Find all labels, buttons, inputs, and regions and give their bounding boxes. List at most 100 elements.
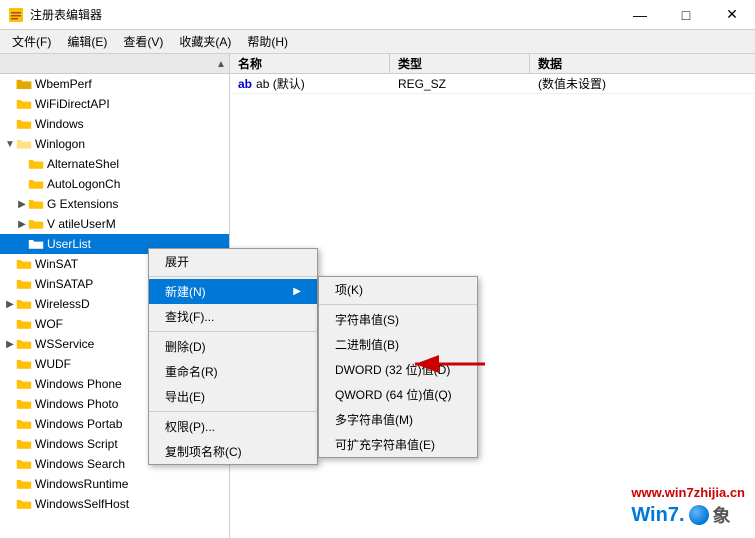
tree-item-volatile[interactable]: ▶ V atileUserM (0, 214, 229, 234)
tree-item-label: G Extensions (47, 197, 118, 211)
menu-bar: 文件(F) 编辑(E) 查看(V) 收藏夹(A) 帮助(H) (0, 30, 755, 54)
tree-item-label: WOF (35, 317, 63, 331)
sub-item-expandstring[interactable]: 可扩充字符串值(E) (319, 432, 477, 457)
folder-icon (16, 357, 32, 371)
tree-item-label: WSService (35, 337, 94, 351)
tree-item-label: Winlogon (35, 137, 85, 151)
ctx-separator-1 (149, 276, 317, 277)
tree-header: ▲ (0, 54, 229, 74)
arrow-indicator (410, 344, 490, 387)
reg-data-cell: (数值未设置) (530, 75, 755, 92)
folder-icon (28, 157, 44, 171)
tree-item-alternateshell[interactable]: ▶ AlternateShel (0, 154, 229, 174)
tree-item-label: Windows Photo (35, 397, 118, 411)
folder-icon (16, 477, 32, 491)
menu-view[interactable]: 查看(V) (115, 31, 171, 52)
win7-logo-circle (689, 505, 709, 525)
watermark-site: www.win7zhijia.cn (631, 485, 745, 500)
close-button[interactable]: ✕ (709, 0, 755, 30)
tree-item-label: UserList (47, 237, 91, 251)
expand-gpe[interactable]: ▶ (16, 198, 28, 210)
tree-item-gpe[interactable]: ▶ G Extensions (0, 194, 229, 214)
col-type: 类型 (390, 54, 530, 73)
tree-item-label: AlternateShel (47, 157, 119, 171)
maximize-button[interactable]: □ (663, 0, 709, 30)
expand-winlogon[interactable]: ▼ (4, 138, 16, 150)
folder-icon (16, 457, 32, 471)
tree-item-windowsruntime[interactable]: ▶ WindowsRuntime (0, 474, 229, 494)
tree-item-wifidirect[interactable]: ▶ WiFiDirectAPI (0, 94, 229, 114)
tree-item-label: WindowsRuntime (35, 477, 128, 491)
folder-icon (16, 257, 32, 271)
watermark: www.win7zhijia.cn Win7. 象 (631, 485, 745, 528)
tree-item-winlogon[interactable]: ▼ Winlogon (0, 134, 229, 154)
col-data: 数据 (530, 54, 755, 73)
window-controls: — □ ✕ (617, 0, 755, 30)
context-menu-container: 展开 新建(N) ▶ 查找(F)... 删除(D) 重命名(R) 导出(E) 权… (148, 248, 318, 465)
ctx-separator-2 (149, 331, 317, 332)
tree-item-label: Windows (35, 117, 84, 131)
tree-item-label: WinSATAP (35, 277, 93, 291)
sub-separator-1 (319, 304, 477, 305)
tree-item-label: WUDF (35, 357, 71, 371)
tree-item-label: AutoLogonCh (47, 177, 120, 191)
folder-icon (16, 97, 32, 111)
menu-favorites[interactable]: 收藏夹(A) (171, 31, 239, 52)
tree-item-label: Windows Phone (35, 377, 122, 391)
ctx-new[interactable]: 新建(N) ▶ (149, 279, 317, 304)
sub-item-key[interactable]: 项(K) (319, 277, 477, 302)
title-bar: 注册表编辑器 — □ ✕ (0, 0, 755, 30)
tree-item-windowsselfhost[interactable]: ▶ WindowsSelfHost (0, 494, 229, 514)
registry-row-default[interactable]: ab ab (默认) REG_SZ (数值未设置) (230, 74, 755, 94)
tree-item-wbemperf[interactable]: ▶ WbemPerf (0, 74, 229, 94)
menu-help[interactable]: 帮助(H) (239, 31, 296, 52)
folder-icon (28, 197, 44, 211)
tree-item-windows[interactable]: ▶ Windows (0, 114, 229, 134)
folder-icon (16, 497, 32, 511)
folder-icon (16, 417, 32, 431)
app-icon (8, 7, 24, 23)
ctx-delete[interactable]: 删除(D) (149, 334, 317, 359)
tree-item-label: WbemPerf (35, 77, 92, 91)
minimize-button[interactable]: — (617, 0, 663, 30)
ctx-permissions[interactable]: 权限(P)... (149, 414, 317, 439)
win7-text: Win7. (631, 504, 684, 527)
ctx-export[interactable]: 导出(E) (149, 384, 317, 409)
sub-item-string[interactable]: 字符串值(S) (319, 307, 477, 332)
folder-icon (28, 177, 44, 191)
menu-edit[interactable]: 编辑(E) (59, 31, 115, 52)
ctx-rename[interactable]: 重命名(R) (149, 359, 317, 384)
tree-item-label: V atileUserM (47, 217, 116, 231)
sub-item-multistring[interactable]: 多字符串值(M) (319, 407, 477, 432)
expand-volatile[interactable]: ▶ (16, 218, 28, 230)
ctx-expand[interactable]: 展开 (149, 249, 317, 274)
win7-xiang: 象 (713, 502, 731, 528)
folder-icon (16, 377, 32, 391)
folder-icon (16, 137, 32, 151)
folder-icon (16, 437, 32, 451)
menu-file[interactable]: 文件(F) (4, 31, 59, 52)
folder-icon (16, 297, 32, 311)
reg-type-cell: REG_SZ (390, 77, 530, 91)
tree-item-label: WiFiDirectAPI (35, 97, 110, 111)
tree-scroll-up[interactable]: ▲ (213, 54, 229, 74)
folder-icon (28, 237, 44, 251)
folder-icon (16, 277, 32, 291)
watermark-logo: Win7. 象 (631, 502, 745, 528)
right-panel-header: 名称 类型 数据 (230, 54, 755, 74)
tree-item-label: WindowsSelfHost (35, 497, 129, 511)
tree-item-label: WinSAT (35, 257, 78, 271)
ctx-find[interactable]: 查找(F)... (149, 304, 317, 329)
tree-item-autologon[interactable]: ▶ AutoLogonCh (0, 174, 229, 194)
expand-wirelessd[interactable]: ▶ (4, 298, 16, 310)
folder-icon (16, 77, 32, 91)
col-name: 名称 (230, 54, 390, 73)
folder-icon (16, 117, 32, 131)
tree-item-label: Windows Portab (35, 417, 122, 431)
expand-wsservice[interactable]: ▶ (4, 338, 16, 350)
ctx-copy-name[interactable]: 复制项名称(C) (149, 439, 317, 464)
tree-item-label: Windows Script (35, 437, 118, 451)
reg-name-cell: ab ab (默认) (230, 75, 390, 92)
folder-icon (16, 317, 32, 331)
tree-item-label: WirelessD (35, 297, 90, 311)
